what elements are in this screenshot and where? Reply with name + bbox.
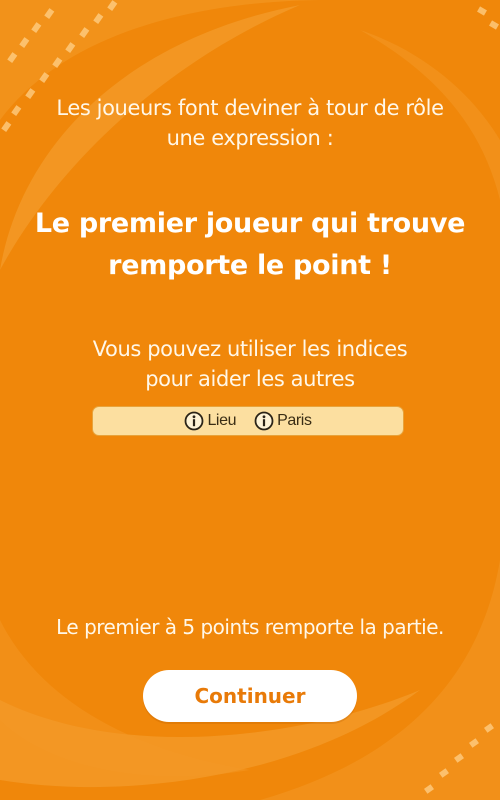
info-icon <box>254 411 274 431</box>
headline-line-1: Le premier joueur qui trouve <box>34 208 466 239</box>
intro-line-1: Les joueurs font deviner à tour de rôle <box>56 96 444 120</box>
headline-line-2: remporte le point ! <box>108 250 392 281</box>
info-icon <box>185 411 204 431</box>
game-rules-screen: Les joueurs font deviner à tour de rôle … <box>0 0 500 800</box>
continue-button[interactable]: Continuer <box>143 670 357 722</box>
headline: Le premier joueur qui trouve remporte le… <box>10 203 490 287</box>
clue-label-lieu: Lieu <box>207 412 237 429</box>
clue-lieu[interactable]: Lieu <box>184 411 236 431</box>
intro-text: Les joueurs font deviner à tour de rôle … <box>30 93 470 153</box>
hint-text: Vous pouvez utiliser les indices pour ai… <box>30 334 470 394</box>
clue-label-paris: Paris <box>277 412 312 429</box>
intro-line-2: une expression : <box>166 126 334 150</box>
clue-bar: Lieu Paris <box>92 406 404 436</box>
clue-paris[interactable]: Paris <box>254 411 312 431</box>
hint-line-2: pour aider les autres <box>145 367 355 391</box>
rules-text: Le premier à 5 points remporte la partie… <box>56 615 444 639</box>
hint-line-1: Vous pouvez utiliser les indices <box>92 337 408 361</box>
